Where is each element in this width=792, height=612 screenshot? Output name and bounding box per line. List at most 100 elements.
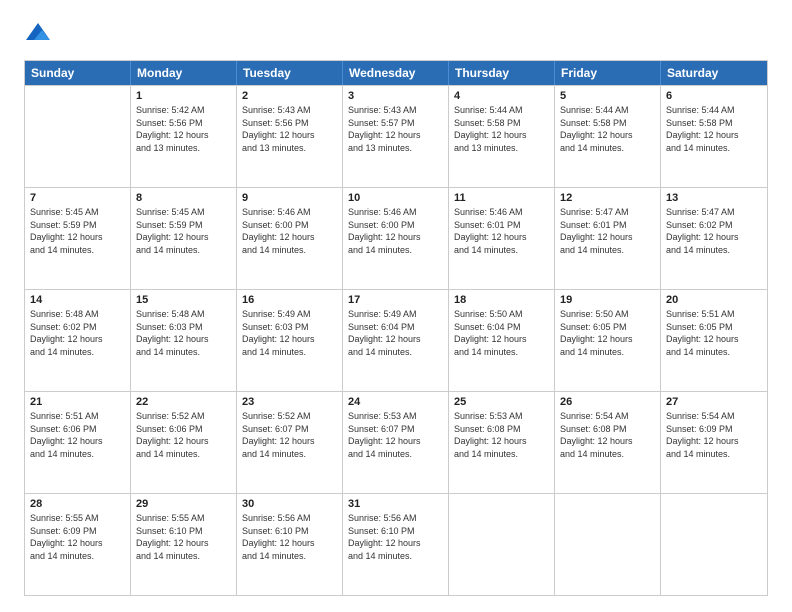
cell-info: Sunrise: 5:55 AM Sunset: 6:09 PM Dayligh…: [30, 512, 125, 562]
cell-info: Sunrise: 5:46 AM Sunset: 6:01 PM Dayligh…: [454, 206, 549, 256]
cell-info: Sunrise: 5:47 AM Sunset: 6:02 PM Dayligh…: [666, 206, 762, 256]
cell-info: Sunrise: 5:52 AM Sunset: 6:06 PM Dayligh…: [136, 410, 231, 460]
cell-info: Sunrise: 5:54 AM Sunset: 6:09 PM Dayligh…: [666, 410, 762, 460]
day-number: 1: [136, 90, 231, 102]
day-number: 24: [348, 396, 443, 408]
weekday-header: Wednesday: [343, 61, 449, 85]
weekday-header: Friday: [555, 61, 661, 85]
weekday-header: Monday: [131, 61, 237, 85]
calendar-cell: 9 Sunrise: 5:46 AM Sunset: 6:00 PM Daylig…: [237, 188, 343, 289]
calendar-row: 21Sunrise: 5:51 AM Sunset: 6:06 PM Dayli…: [25, 391, 767, 493]
calendar-cell: 26 Sunrise: 5:54 AM Sunset: 6:08 PM Dayli…: [555, 392, 661, 493]
calendar-cell: 20 Sunrise: 5:51 AM Sunset: 6:05 PM Dayli…: [661, 290, 767, 391]
day-number: 9: [242, 192, 337, 204]
cell-info: Sunrise: 5:46 AM Sunset: 6:00 PM Dayligh…: [242, 206, 337, 256]
calendar: SundayMondayTuesdayWednesdayThursdayFrid…: [24, 60, 768, 596]
day-number: 10: [348, 192, 443, 204]
day-number: 23: [242, 396, 337, 408]
cell-info: Sunrise: 5:46 AM Sunset: 6:00 PM Dayligh…: [348, 206, 443, 256]
cell-info: Sunrise: 5:45 AM Sunset: 5:59 PM Dayligh…: [30, 206, 125, 256]
calendar-row: 28 Sunrise: 5:55 AM Sunset: 6:09 PM Dayli…: [25, 493, 767, 595]
calendar-cell: 16 Sunrise: 5:49 AM Sunset: 6:03 PM Dayli…: [237, 290, 343, 391]
calendar-cell: 1 Sunrise: 5:42 AM Sunset: 5:56 PM Daylig…: [131, 86, 237, 187]
weekday-header: Tuesday: [237, 61, 343, 85]
cell-info: Sunrise: 5:52 AM Sunset: 6:07 PM Dayligh…: [242, 410, 337, 460]
day-number: 13: [666, 192, 762, 204]
calendar-cell: 17 Sunrise: 5:49 AM Sunset: 6:04 PM Dayli…: [343, 290, 449, 391]
calendar-cell: 4 Sunrise: 5:44 AM Sunset: 5:58 PM Daylig…: [449, 86, 555, 187]
calendar-cell: 2 Sunrise: 5:43 AM Sunset: 5:56 PM Daylig…: [237, 86, 343, 187]
day-number: 8: [136, 192, 231, 204]
day-number: 18: [454, 294, 549, 306]
cell-info: Sunrise: 5:48 AM Sunset: 6:03 PM Dayligh…: [136, 308, 231, 358]
day-number: 29: [136, 498, 231, 510]
day-number: 7: [30, 192, 125, 204]
cell-info: Sunrise: 5:51 AM Sunset: 6:05 PM Dayligh…: [666, 308, 762, 358]
cell-info: Sunrise: 5:47 AM Sunset: 6:01 PM Dayligh…: [560, 206, 655, 256]
calendar-cell: 23 Sunrise: 5:52 AM Sunset: 6:07 PM Dayli…: [237, 392, 343, 493]
calendar-cell: 22 Sunrise: 5:52 AM Sunset: 6:06 PM Dayli…: [131, 392, 237, 493]
calendar-cell: 3 Sunrise: 5:43 AM Sunset: 5:57 PM Daylig…: [343, 86, 449, 187]
page: SundayMondayTuesdayWednesdayThursdayFrid…: [0, 0, 792, 612]
day-number: 31: [348, 498, 443, 510]
day-number: 25: [454, 396, 549, 408]
calendar-cell: 18 Sunrise: 5:50 AM Sunset: 6:04 PM Dayli…: [449, 290, 555, 391]
cell-info: Sunrise: 5:49 AM Sunset: 6:03 PM Dayligh…: [242, 308, 337, 358]
calendar-cell: 6Sunrise: 5:44 AM Sunset: 5:58 PM Daylig…: [661, 86, 767, 187]
cell-info: Sunrise: 5:50 AM Sunset: 6:04 PM Dayligh…: [454, 308, 549, 358]
cell-info: Sunrise: 5:44 AM Sunset: 5:58 PM Dayligh…: [666, 104, 762, 154]
calendar-cell: 15 Sunrise: 5:48 AM Sunset: 6:03 PM Dayli…: [131, 290, 237, 391]
header: [24, 20, 768, 48]
calendar-cell: 30Sunrise: 5:56 AM Sunset: 6:10 PM Dayli…: [237, 494, 343, 595]
cell-info: Sunrise: 5:53 AM Sunset: 6:08 PM Dayligh…: [454, 410, 549, 460]
calendar-cell: 27 Sunrise: 5:54 AM Sunset: 6:09 PM Dayli…: [661, 392, 767, 493]
calendar-cell: 24 Sunrise: 5:53 AM Sunset: 6:07 PM Dayli…: [343, 392, 449, 493]
logo: [24, 20, 56, 48]
day-number: 3: [348, 90, 443, 102]
day-number: 5: [560, 90, 655, 102]
day-number: 26: [560, 396, 655, 408]
cell-info: Sunrise: 5:50 AM Sunset: 6:05 PM Dayligh…: [560, 308, 655, 358]
calendar-cell: [555, 494, 661, 595]
day-number: 4: [454, 90, 549, 102]
weekday-header: Saturday: [661, 61, 767, 85]
day-number: 19: [560, 294, 655, 306]
cell-info: Sunrise: 5:56 AM Sunset: 6:10 PM Dayligh…: [348, 512, 443, 562]
day-number: 17: [348, 294, 443, 306]
cell-info: Sunrise: 5:43 AM Sunset: 5:56 PM Dayligh…: [242, 104, 337, 154]
day-number: 28: [30, 498, 125, 510]
cell-info: Sunrise: 5:42 AM Sunset: 5:56 PM Dayligh…: [136, 104, 231, 154]
cell-info: Sunrise: 5:48 AM Sunset: 6:02 PM Dayligh…: [30, 308, 125, 358]
cell-info: Sunrise: 5:43 AM Sunset: 5:57 PM Dayligh…: [348, 104, 443, 154]
calendar-cell: [661, 494, 767, 595]
calendar-cell: 19 Sunrise: 5:50 AM Sunset: 6:05 PM Dayli…: [555, 290, 661, 391]
calendar-cell: 25 Sunrise: 5:53 AM Sunset: 6:08 PM Dayli…: [449, 392, 555, 493]
calendar-row: 7 Sunrise: 5:45 AM Sunset: 5:59 PM Daylig…: [25, 187, 767, 289]
cell-info: Sunrise: 5:45 AM Sunset: 5:59 PM Dayligh…: [136, 206, 231, 256]
day-number: 15: [136, 294, 231, 306]
calendar-cell: 5 Sunrise: 5:44 AM Sunset: 5:58 PM Daylig…: [555, 86, 661, 187]
calendar-cell: [25, 86, 131, 187]
calendar-body: 1 Sunrise: 5:42 AM Sunset: 5:56 PM Daylig…: [25, 85, 767, 595]
cell-info: Sunrise: 5:44 AM Sunset: 5:58 PM Dayligh…: [454, 104, 549, 154]
calendar-cell: 28 Sunrise: 5:55 AM Sunset: 6:09 PM Dayli…: [25, 494, 131, 595]
day-number: 21: [30, 396, 125, 408]
calendar-cell: 21Sunrise: 5:51 AM Sunset: 6:06 PM Dayli…: [25, 392, 131, 493]
calendar-cell: 13 Sunrise: 5:47 AM Sunset: 6:02 PM Dayli…: [661, 188, 767, 289]
cell-info: Sunrise: 5:44 AM Sunset: 5:58 PM Dayligh…: [560, 104, 655, 154]
cell-info: Sunrise: 5:53 AM Sunset: 6:07 PM Dayligh…: [348, 410, 443, 460]
day-number: 14: [30, 294, 125, 306]
calendar-cell: 31 Sunrise: 5:56 AM Sunset: 6:10 PM Dayli…: [343, 494, 449, 595]
day-number: 20: [666, 294, 762, 306]
day-number: 2: [242, 90, 337, 102]
day-number: 22: [136, 396, 231, 408]
weekday-header: Thursday: [449, 61, 555, 85]
day-number: 27: [666, 396, 762, 408]
calendar-header: SundayMondayTuesdayWednesdayThursdayFrid…: [25, 61, 767, 85]
cell-info: Sunrise: 5:49 AM Sunset: 6:04 PM Dayligh…: [348, 308, 443, 358]
logo-icon: [24, 20, 52, 48]
day-number: 12: [560, 192, 655, 204]
cell-info: Sunrise: 5:54 AM Sunset: 6:08 PM Dayligh…: [560, 410, 655, 460]
day-number: 16: [242, 294, 337, 306]
calendar-cell: [449, 494, 555, 595]
